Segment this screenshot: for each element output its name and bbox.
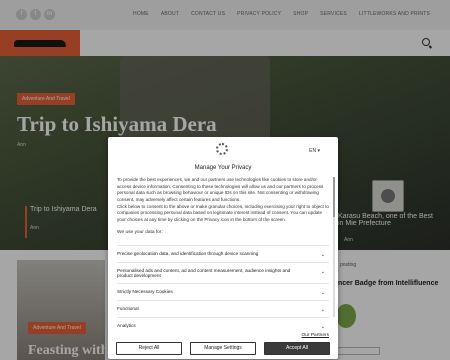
language-select[interactable]: EN ▾ xyxy=(309,148,320,154)
our-partners-link[interactable]: Our Partners xyxy=(302,333,329,338)
chevron-down-icon: ⌄ xyxy=(320,307,325,313)
chevron-down-icon: ⌄ xyxy=(320,290,325,296)
consent-subheading: We use your data for: xyxy=(117,230,163,235)
purpose-analytics[interactable]: Analytics ⌄ xyxy=(117,317,329,330)
consent-title: Manage Your Privacy xyxy=(194,165,252,171)
purpose-personalised-ads[interactable]: Personalised ads and content, ad and con… xyxy=(117,262,329,278)
fingerprint-icon xyxy=(216,143,228,155)
dialog-scrollbar[interactable] xyxy=(333,177,335,317)
manage-settings-button[interactable]: Manage Settings xyxy=(190,342,256,355)
consent-body: To provide the best experiences, we and … xyxy=(117,177,329,222)
purpose-strictly-necessary[interactable]: Strictly Necessary Cookies ⌄ xyxy=(117,283,329,296)
accept-all-button[interactable]: Accept All xyxy=(264,342,330,355)
consent-dialog: EN ▾ Manage Your Privacy To provide the … xyxy=(108,137,338,359)
chevron-down-icon: ⌄ xyxy=(320,252,325,258)
purpose-functional[interactable]: Functional ⌄ xyxy=(117,300,329,313)
reject-all-button[interactable]: Reject All xyxy=(116,342,182,355)
chevron-down-icon: ⌄ xyxy=(320,324,325,330)
purpose-geolocation[interactable]: Precise geolocation data, and identifica… xyxy=(117,245,329,258)
chevron-down-icon: ⌄ xyxy=(320,269,325,275)
